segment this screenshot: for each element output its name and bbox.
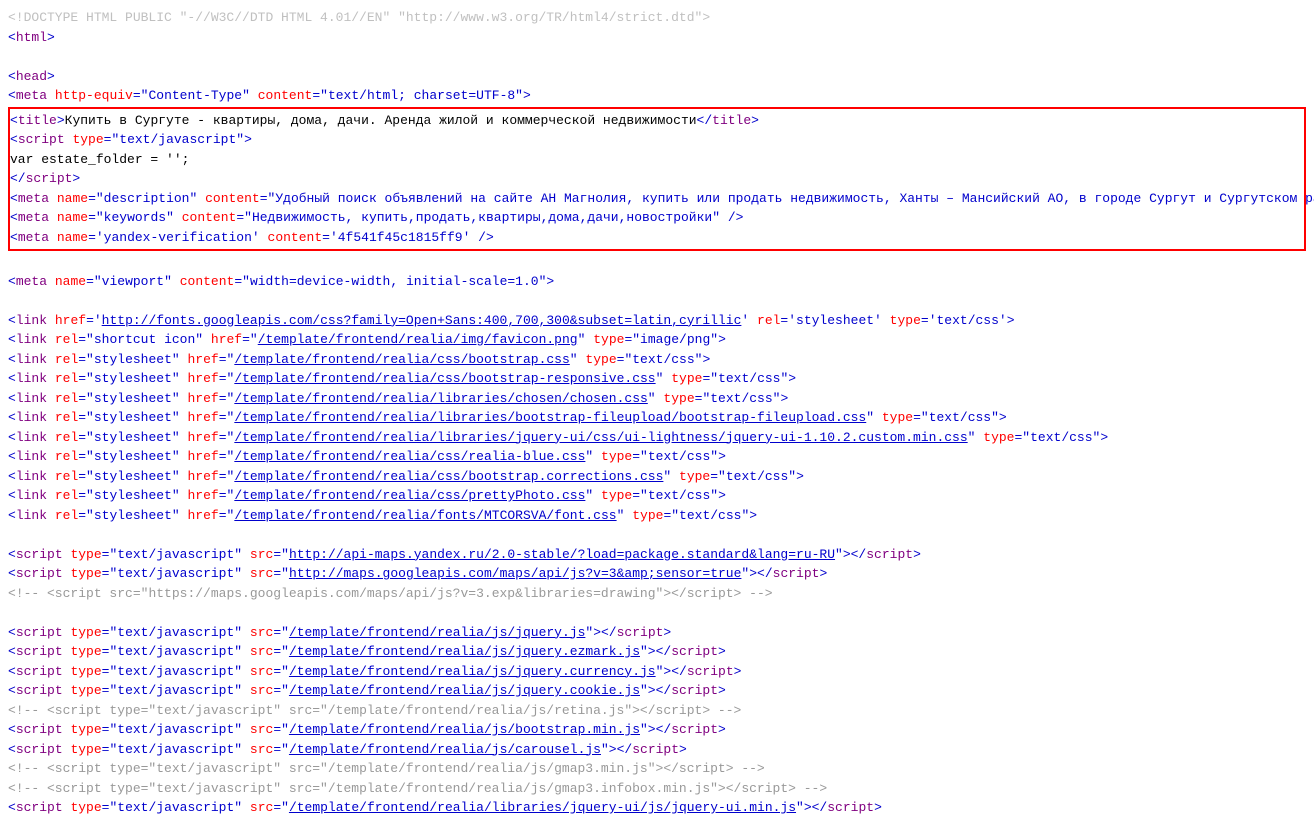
carousel-js-url[interactable]: /template/frontend/realia/js/carousel.js xyxy=(289,742,601,757)
css-url[interactable]: /template/frontend/realia/css/bootstrap-… xyxy=(234,371,655,386)
css-url[interactable]: /template/frontend/realia/css/bootstrap.… xyxy=(234,352,569,367)
script-line: <script type="text/javascript" src="/tem… xyxy=(8,681,1306,701)
yandex-maps-url[interactable]: http://api-maps.yandex.ru/2.0-stable/?lo… xyxy=(289,547,835,562)
head-open: <head> xyxy=(8,67,1306,87)
gmap3-infobox-comment: <!-- <script type="text/javascript" src=… xyxy=(8,779,1306,799)
css-url[interactable]: /template/frontend/realia/css/prettyPhot… xyxy=(234,488,585,503)
fonts-link: <link href='http://fonts.googleapis.com/… xyxy=(8,311,1306,331)
css-url[interactable]: /template/frontend/realia/libraries/boot… xyxy=(234,410,866,425)
meta-yandex: <meta name='yandex-verification' content… xyxy=(10,228,1304,248)
fonts-url[interactable]: http://fonts.googleapis.com/css?family=O… xyxy=(102,313,742,328)
stylesheet-link: <link rel="stylesheet" href="/template/f… xyxy=(8,467,1306,487)
retina-comment: <!-- <script type="text/javascript" src=… xyxy=(8,701,1306,721)
google-maps-url[interactable]: http://maps.googleapis.com/maps/api/js?v… xyxy=(289,566,741,581)
favicon-url[interactable]: /template/frontend/realia/img/favicon.pn… xyxy=(258,332,578,347)
meta-content-type: <meta http-equiv="Content-Type" content=… xyxy=(8,86,1306,106)
google-maps-comment: <!-- <script src="https://maps.googleapi… xyxy=(8,584,1306,604)
stylesheet-link: <link rel="stylesheet" href="/template/f… xyxy=(8,447,1306,467)
css-url[interactable]: /template/frontend/realia/css/realia-blu… xyxy=(234,449,585,464)
yandex-maps-script: <script type="text/javascript" src="http… xyxy=(8,545,1306,565)
gmap3-comment: <!-- <script type="text/javascript" src=… xyxy=(8,759,1306,779)
jqueryui-script: <script type="text/javascript" src="/tem… xyxy=(8,798,1306,818)
stylesheet-link: <link rel="stylesheet" href="/template/f… xyxy=(8,369,1306,389)
script-line: <script type="text/javascript" src="/tem… xyxy=(8,623,1306,643)
css-url[interactable]: /template/frontend/realia/fonts/MTCORSVA… xyxy=(234,508,616,523)
script-line: <script type="text/javascript" src="/tem… xyxy=(8,662,1306,682)
js-url[interactable]: /template/frontend/realia/js/jquery.ezma… xyxy=(289,644,640,659)
html-open: <html> xyxy=(8,28,1306,48)
bootstrap-js-url[interactable]: /template/frontend/realia/js/bootstrap.m… xyxy=(289,722,640,737)
js-url[interactable]: /template/frontend/realia/js/jquery.js xyxy=(289,625,585,640)
js-url[interactable]: /template/frontend/realia/js/jquery.curr… xyxy=(289,664,656,679)
stylesheet-link: <link rel="stylesheet" href="/template/f… xyxy=(8,408,1306,428)
stylesheet-link: <link rel="stylesheet" href="/template/f… xyxy=(8,506,1306,526)
title-line: <title>Купить в Сургуте - квартиры, дома… xyxy=(10,111,1304,131)
js-url[interactable]: /template/frontend/realia/js/jquery.cook… xyxy=(289,683,640,698)
script-line: <script type="text/javascript" src="/tem… xyxy=(8,642,1306,662)
favicon-link: <link rel="shortcut icon" href="/templat… xyxy=(8,330,1306,350)
bootstrap-script: <script type="text/javascript" src="/tem… xyxy=(8,720,1306,740)
meta-description: <meta name="description" content="Удобны… xyxy=(10,189,1304,209)
stylesheet-link: <link rel="stylesheet" href="/template/f… xyxy=(8,428,1306,448)
meta-keywords: <meta name="keywords" content="Недвижимо… xyxy=(10,208,1304,228)
doctype-line: <!DOCTYPE HTML PUBLIC "-//W3C//DTD HTML … xyxy=(8,8,1306,28)
estate-var: var estate_folder = ''; xyxy=(10,150,1304,170)
stylesheet-link: <link rel="stylesheet" href="/template/f… xyxy=(8,350,1306,370)
highlighted-section: <title>Купить в Сургуте - квартиры, дома… xyxy=(8,107,1306,252)
jqueryui-js-url[interactable]: /template/frontend/realia/libraries/jque… xyxy=(289,800,796,815)
css-url[interactable]: /template/frontend/realia/css/bootstrap.… xyxy=(234,469,663,484)
meta-viewport: <meta name="viewport" content="width=dev… xyxy=(8,272,1306,292)
css-url[interactable]: /template/frontend/realia/libraries/chos… xyxy=(234,391,647,406)
carousel-script: <script type="text/javascript" src="/tem… xyxy=(8,740,1306,760)
css-url[interactable]: /template/frontend/realia/libraries/jque… xyxy=(234,430,967,445)
stylesheet-link: <link rel="stylesheet" href="/template/f… xyxy=(8,389,1306,409)
script-close: </script> xyxy=(10,169,1304,189)
google-maps-script: <script type="text/javascript" src="http… xyxy=(8,564,1306,584)
script-open: <script type="text/javascript"> xyxy=(10,130,1304,150)
stylesheet-link: <link rel="stylesheet" href="/template/f… xyxy=(8,486,1306,506)
